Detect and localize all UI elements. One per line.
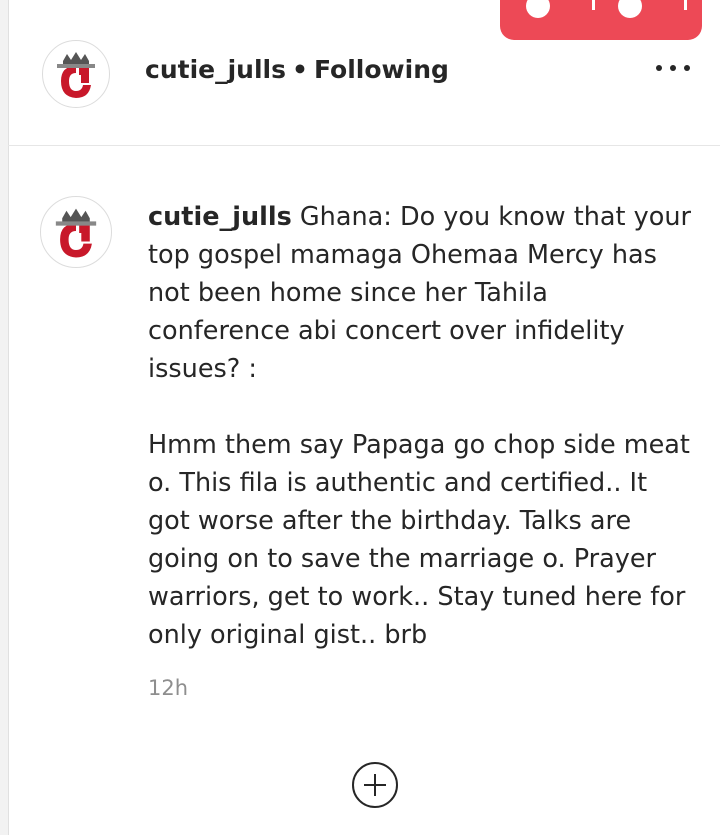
more-options-icon[interactable] xyxy=(656,58,690,78)
header-username-line: cutie_julls • Following xyxy=(145,55,449,84)
post-header: cutie_julls • Following xyxy=(8,0,720,146)
separator-dot: • xyxy=(291,55,308,84)
caption-text: Hmm them say Papaga go chop side meat o.… xyxy=(148,430,690,650)
plus-circle-icon[interactable] xyxy=(352,762,398,808)
username-link[interactable]: cutie_julls xyxy=(145,55,286,84)
avatar[interactable] xyxy=(42,40,110,108)
following-button[interactable]: Following xyxy=(314,55,449,84)
avatar[interactable] xyxy=(40,196,112,268)
post-caption: cutie_julls Ghana: Do you know that your… xyxy=(148,198,693,654)
caption-username[interactable]: cutie_julls xyxy=(148,202,292,232)
post-timestamp: 12h xyxy=(148,676,189,700)
